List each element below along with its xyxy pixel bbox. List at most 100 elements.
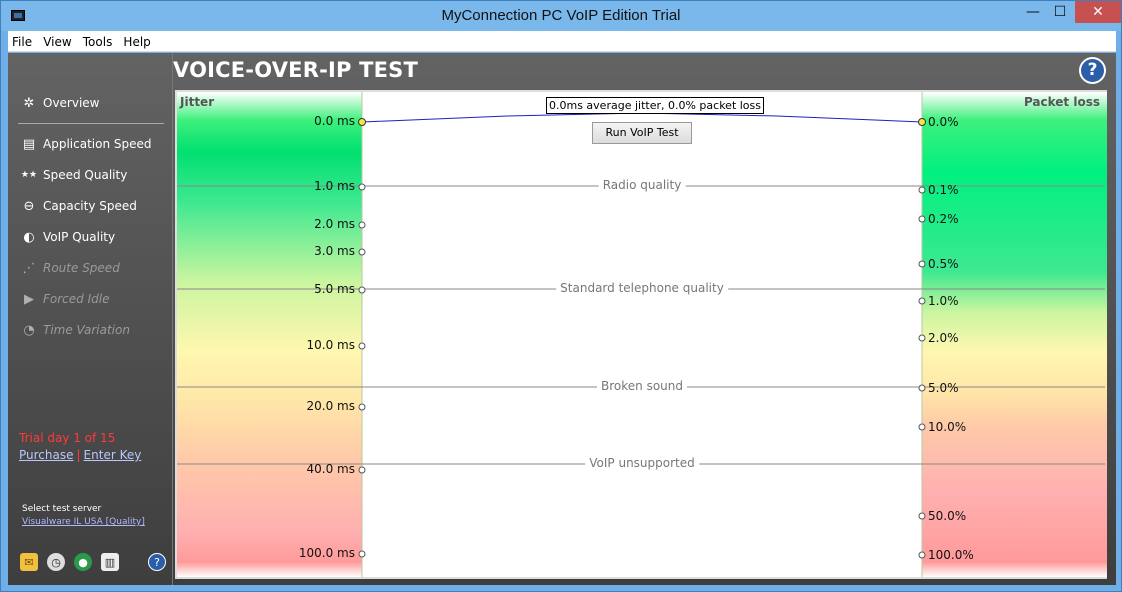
forced-idle-icon: ▶: [24, 291, 34, 307]
packet-loss-tick-point: [918, 260, 926, 268]
sidebar-item-route-speed[interactable]: ⋰ Route Speed: [20, 260, 120, 276]
packet-loss-result-point: [918, 118, 926, 126]
jitter-tick-point: [358, 342, 366, 350]
close-button[interactable]: ✕: [1075, 1, 1121, 23]
packet-loss-tick-label: 10.0%: [928, 420, 967, 434]
sidebar-item-label: Route Speed: [43, 261, 120, 275]
jitter-tick-point: [358, 221, 366, 229]
zone-label: VoIP unsupported: [585, 456, 699, 470]
chart-lines: [177, 92, 1105, 577]
sidebar-item-label: Speed Quality: [43, 168, 128, 182]
zone-label: Standard telephone quality: [556, 281, 728, 295]
sidebar-item-label: Forced Idle: [43, 292, 110, 306]
packet-loss-tick-label: 1.0%: [928, 294, 959, 308]
jitter-tick-label: 5.0 ms: [314, 282, 355, 296]
jitter-tick-point: [358, 248, 366, 256]
jitter-tick-point: [358, 466, 366, 474]
trial-status: Trial day 1 of 15: [19, 431, 116, 445]
summary-label: 0.0ms average jitter, 0.0% packet loss: [546, 97, 765, 114]
run-voip-test-button[interactable]: Run VoIP Test: [592, 122, 692, 144]
packet-loss-tick-point: [918, 215, 926, 223]
sidebar-item-voip-quality[interactable]: ◐ VoIP Quality: [20, 229, 115, 245]
menu-view[interactable]: View: [39, 32, 73, 49]
page-title: VOICE-OVER-IP TEST: [173, 58, 419, 82]
jitter-tick-label: 100.0 ms: [298, 546, 355, 560]
route-speed-icon: ⋰: [22, 260, 36, 276]
result-line: [361, 112, 923, 123]
speed-quality-icon: ★★: [20, 170, 38, 180]
jitter-tick-label: 0.0 ms: [314, 114, 355, 128]
voip-chart: Jitter Packet loss 0.0 ms 1.0 ms 2.0 ms 3.0…: [175, 90, 1107, 579]
enter-key-link[interactable]: Enter Key: [84, 448, 142, 462]
jitter-tick-point: [358, 403, 366, 411]
packet-loss-tick-label: 0.2%: [928, 212, 959, 226]
app-window: MyConnection PC VoIP Edition Trial — ☐ ✕…: [0, 0, 1122, 592]
packet-loss-tick-point: [918, 551, 926, 559]
packet-loss-tick-label: 50.0%: [928, 509, 967, 523]
menu-bar: File View Tools Help: [8, 31, 1116, 52]
sidebar-item-overview[interactable]: ✲ Overview: [20, 95, 100, 111]
select-server-label: Select test server: [22, 504, 102, 514]
sidebar-divider: [18, 123, 164, 124]
sidebar-item-time-variation[interactable]: ◔ Time Variation: [20, 322, 130, 338]
app-body: ✲ Overview ▤ Application Speed ★★ Speed …: [8, 53, 1116, 585]
jitter-tick-label: 2.0 ms: [314, 217, 355, 231]
menu-tools[interactable]: Tools: [79, 32, 115, 49]
voip-quality-icon: ◐: [23, 229, 35, 245]
maximize-button[interactable]: ☐: [1046, 1, 1074, 23]
sidebar: ✲ Overview ▤ Application Speed ★★ Speed …: [8, 53, 173, 585]
packet-loss-tick-point: [918, 512, 926, 520]
sidebar-item-speed-quality[interactable]: ★★ Speed Quality: [20, 167, 127, 183]
help-button[interactable]: ?: [1079, 57, 1106, 84]
jitter-tick-point: [358, 183, 366, 191]
minimize-button[interactable]: —: [1019, 1, 1047, 23]
packet-loss-tick-label: 0.0%: [928, 115, 959, 129]
title-bar: MyConnection PC VoIP Edition Trial — ☐ ✕: [1, 1, 1121, 31]
email-icon[interactable]: ✉: [20, 553, 38, 571]
jitter-tick-label: 10.0 ms: [306, 338, 355, 352]
packet-loss-tick-point: [918, 334, 926, 342]
jitter-tick-label: 1.0 ms: [314, 179, 355, 193]
clock-icon[interactable]: ◷: [47, 553, 65, 571]
packet-loss-tick-label: 2.0%: [928, 331, 959, 345]
overview-icon: ✲: [23, 95, 35, 111]
sidebar-item-label: Capacity Speed: [43, 199, 137, 213]
time-variation-icon: ◔: [23, 322, 35, 338]
server-link[interactable]: Visualware IL USA [Quality]: [22, 517, 145, 527]
jitter-result-point: [358, 118, 366, 126]
link-separator: |: [76, 448, 81, 462]
sidebar-item-capacity-speed[interactable]: ⊖ Capacity Speed: [20, 198, 137, 214]
packet-loss-tick-point: [918, 186, 926, 194]
zone-label: Radio quality: [598, 178, 686, 192]
sidebar-item-forced-idle[interactable]: ▶ Forced Idle: [20, 291, 109, 307]
sidebar-item-label: Time Variation: [43, 323, 130, 337]
packet-loss-tick-label: 0.1%: [928, 183, 959, 197]
help-icon[interactable]: ?: [148, 553, 166, 571]
packet-loss-tick-point: [918, 384, 926, 392]
packet-loss-tick-label: 100.0%: [928, 548, 974, 562]
packet-loss-tick-point: [918, 423, 926, 431]
packet-loss-tick-point: [918, 297, 926, 305]
sidebar-item-application-speed[interactable]: ▤ Application Speed: [20, 136, 152, 152]
report-icon[interactable]: ▥: [101, 553, 119, 571]
bottom-toolbar: ✉ ◷ ● ▥ ?: [20, 553, 170, 575]
globe-icon[interactable]: ●: [74, 553, 92, 571]
sidebar-item-label: Application Speed: [43, 137, 152, 151]
menu-file[interactable]: File: [8, 32, 34, 49]
menu-help[interactable]: Help: [119, 32, 152, 49]
sidebar-item-label: VoIP Quality: [43, 230, 116, 244]
jitter-tick-point: [358, 286, 366, 294]
jitter-tick-point: [358, 550, 366, 558]
sidebar-item-label: Overview: [43, 96, 100, 110]
jitter-tick-label: 3.0 ms: [314, 244, 355, 258]
zone-label: Broken sound: [597, 379, 687, 393]
application-speed-icon: ▤: [22, 136, 36, 152]
packet-loss-tick-label: 5.0%: [928, 381, 959, 395]
packet-loss-tick-label: 0.5%: [928, 257, 959, 271]
license-links: Purchase | Enter Key: [19, 448, 141, 462]
capacity-speed-icon: ⊖: [23, 198, 35, 214]
purchase-link[interactable]: Purchase: [19, 448, 74, 462]
jitter-tick-label: 20.0 ms: [306, 399, 355, 413]
window-title: MyConnection PC VoIP Edition Trial: [441, 7, 681, 24]
jitter-tick-label: 40.0 ms: [306, 462, 355, 476]
